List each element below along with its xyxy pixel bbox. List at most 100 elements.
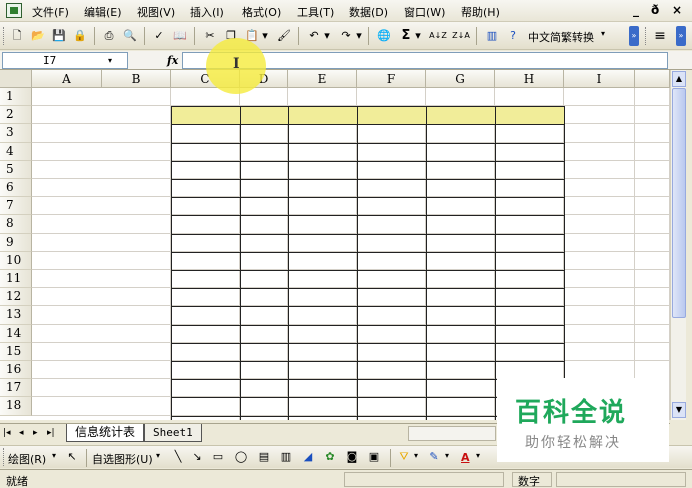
select-objects-icon[interactable]: ↖ <box>64 450 80 464</box>
scroll-down-icon[interactable]: ▼ <box>672 402 686 418</box>
column-header-i[interactable]: I <box>564 70 635 88</box>
textbox-tool-icon[interactable]: ▤ <box>256 450 272 464</box>
row-header-5[interactable]: 5 <box>0 160 32 179</box>
save-icon[interactable]: 💾 <box>51 28 67 44</box>
toolbar-options-chevron-icon[interactable]: » <box>676 26 686 46</box>
column-header-a[interactable]: A <box>32 70 102 88</box>
undo-dropdown-icon[interactable]: ▾ <box>323 28 331 44</box>
autoshapes-dropdown-icon[interactable]: ▾ <box>156 451 160 460</box>
row-header-7[interactable]: 7 <box>0 197 32 216</box>
cut-icon[interactable]: ✂ <box>202 28 218 44</box>
autoshapes-menu-button[interactable]: 自选图形(U) <box>92 451 153 467</box>
open-folder-icon[interactable]: 📂 <box>30 28 46 44</box>
redo-icon[interactable]: ↷ <box>338 28 354 44</box>
convert-dropdown-arrow-icon[interactable]: ▾ <box>601 29 605 38</box>
research-icon[interactable]: 📖 <box>172 28 188 44</box>
vertical-scrollbar[interactable]: ▲ ▼ <box>670 70 686 420</box>
row-header-14[interactable]: 14 <box>0 324 32 343</box>
menu-tools[interactable]: 工具(T) <box>297 4 334 20</box>
rectangle-tool-icon[interactable]: ▭ <box>210 450 226 464</box>
vertical-scroll-thumb[interactable] <box>672 88 686 318</box>
select-all-corner[interactable] <box>0 70 32 88</box>
menu-data[interactable]: 数据(D) <box>349 4 388 20</box>
toolbar-grip[interactable] <box>3 27 6 45</box>
chart-wizard-icon[interactable]: ▥ <box>484 28 500 44</box>
close-button[interactable]: × <box>672 3 682 17</box>
font-color-icon[interactable]: A <box>461 451 470 464</box>
next-sheet-icon[interactable]: ▸ <box>33 428 38 438</box>
row-header-3[interactable]: 3 <box>0 124 32 143</box>
draw-dropdown-icon[interactable]: ▾ <box>52 451 56 460</box>
row-header-16[interactable]: 16 <box>0 361 32 380</box>
diagram-icon[interactable]: ✿ <box>322 450 338 464</box>
autosum-icon[interactable]: Σ <box>398 28 414 44</box>
column-header-e[interactable]: E <box>288 70 357 88</box>
wordart-icon[interactable]: ◢ <box>300 450 316 464</box>
toolbar-options-chevron-icon[interactable]: » <box>629 26 639 46</box>
sort-ascending-icon[interactable]: A↓Z <box>428 28 448 44</box>
horizontal-scrollbar[interactable] <box>408 426 496 441</box>
excel-app-icon[interactable] <box>6 3 22 18</box>
print-icon[interactable]: ⎙ <box>101 28 117 44</box>
row-header-6[interactable]: 6 <box>0 179 32 198</box>
sheet-tab-sheet1[interactable]: Sheet1 <box>144 424 202 442</box>
clip-art-icon[interactable]: ◙ <box>344 450 360 464</box>
arrow-tool-icon[interactable]: ↘ <box>189 450 205 464</box>
column-header-b[interactable]: B <box>102 70 171 88</box>
column-header-f[interactable]: F <box>357 70 426 88</box>
line-color-dropdown-icon[interactable]: ▾ <box>445 451 449 460</box>
spelling-icon[interactable]: ✓ <box>151 28 167 44</box>
redo-dropdown-icon[interactable]: ▾ <box>355 28 363 44</box>
menu-edit[interactable]: 编辑(E) <box>84 4 122 20</box>
row-header-4[interactable]: 4 <box>0 142 32 161</box>
toolbar-grip[interactable] <box>3 448 6 466</box>
insert-picture-icon[interactable]: ▣ <box>366 450 382 464</box>
row-header-1[interactable]: 1 <box>0 88 32 107</box>
row-header-8[interactable]: 8 <box>0 215 32 234</box>
menu-insert[interactable]: 插入(I) <box>190 4 224 20</box>
column-header-h[interactable]: H <box>495 70 564 88</box>
align-icon[interactable]: ≡ <box>652 28 668 44</box>
row-header-9[interactable]: 9 <box>0 233 32 252</box>
row-header-10[interactable]: 10 <box>0 251 32 270</box>
first-sheet-icon[interactable]: |◂ <box>3 428 11 438</box>
prev-sheet-icon[interactable]: ◂ <box>19 428 24 438</box>
menu-file[interactable]: 文件(F) <box>32 4 69 20</box>
font-color-dropdown-icon[interactable]: ▾ <box>476 451 480 460</box>
fill-color-icon[interactable]: ⛛ <box>396 450 412 464</box>
row-header-11[interactable]: 11 <box>0 270 32 289</box>
highlighted-header-row[interactable] <box>171 106 564 124</box>
sheet-tab-info-stats[interactable]: 信息统计表 <box>66 424 145 442</box>
print-preview-icon[interactable]: 🔍 <box>122 28 138 44</box>
column-header-g[interactable]: G <box>426 70 495 88</box>
name-box-dropdown-icon[interactable]: ▾ <box>108 56 112 65</box>
row-header-18[interactable]: 18 <box>0 397 32 416</box>
spreadsheet-grid[interactable]: ABCDEFGHI 1 2 3 4 5 6 7 8 9 10 11 12 13 14 15 16 17 18 <box>0 70 670 420</box>
row-header-13[interactable]: 13 <box>0 306 32 325</box>
format-painter-icon[interactable]: 🖌 <box>276 28 292 44</box>
menu-window[interactable]: 窗口(W) <box>404 4 445 20</box>
autosum-dropdown-icon[interactable]: ▾ <box>414 28 422 44</box>
toolbar-grip[interactable] <box>645 27 648 45</box>
paste-dropdown-icon[interactable]: ▾ <box>261 28 269 44</box>
restore-button[interactable]: ð <box>651 3 659 17</box>
minimize-button[interactable]: _ <box>633 3 639 17</box>
permission-icon[interactable]: 🔒 <box>72 28 88 44</box>
menu-view[interactable]: 视图(V) <box>137 4 175 20</box>
insert-function-icon[interactable]: fx <box>167 54 178 67</box>
oval-tool-icon[interactable]: ◯ <box>233 450 249 464</box>
scroll-up-icon[interactable]: ▲ <box>672 71 686 87</box>
fill-color-dropdown-icon[interactable]: ▾ <box>414 451 418 460</box>
menu-help[interactable]: 帮助(H) <box>461 4 500 20</box>
line-color-icon[interactable]: ✎ <box>426 450 442 464</box>
row-header-15[interactable]: 15 <box>0 342 32 361</box>
undo-icon[interactable]: ↶ <box>306 28 322 44</box>
new-document-icon[interactable]: 🗋 <box>9 28 25 44</box>
last-sheet-icon[interactable]: ▸| <box>47 428 55 438</box>
sort-descending-icon[interactable]: Z↓A <box>451 28 471 44</box>
menu-format[interactable]: 格式(O) <box>242 4 281 20</box>
help-icon[interactable]: ? <box>505 28 521 44</box>
line-tool-icon[interactable]: ╲ <box>170 450 186 464</box>
row-header-2[interactable]: 2 <box>0 106 32 125</box>
row-header-17[interactable]: 17 <box>0 379 32 398</box>
